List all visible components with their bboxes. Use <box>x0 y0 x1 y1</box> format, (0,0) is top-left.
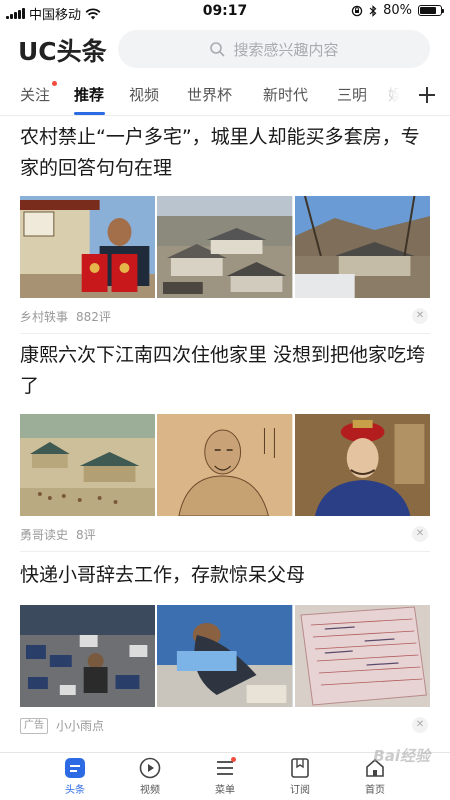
article-comments: 882评 <box>76 310 111 324</box>
add-channel-button[interactable] <box>418 80 436 110</box>
search-icon <box>209 41 225 57</box>
menu-badge <box>231 757 236 762</box>
article-comments: 8评 <box>76 528 96 542</box>
article-image[interactable] <box>20 605 156 707</box>
search-placeholder: 搜索感兴趣内容 <box>233 40 339 59</box>
article-image[interactable] <box>20 196 156 298</box>
tab-following-badge <box>52 81 57 86</box>
article-image[interactable] <box>20 414 156 516</box>
tab-new-era[interactable]: 新时代 <box>263 84 308 105</box>
bluetooth-icon <box>369 4 377 17</box>
article-title[interactable]: 快递小哥辞去工作，存款惊呆父母 <box>20 560 432 591</box>
app-logo[interactable]: UC头条 <box>18 32 107 68</box>
article-image[interactable] <box>294 605 430 707</box>
plus-icon <box>419 87 435 103</box>
article-meta: 勇哥读史 8评 <box>20 526 96 543</box>
active-tab-indicator <box>74 112 105 115</box>
status-bar: 中国移动 09:17 80% <box>0 0 450 24</box>
tab-recommended[interactable]: 推荐 <box>74 84 104 105</box>
article-images[interactable] <box>20 196 430 298</box>
article-image[interactable] <box>157 196 293 298</box>
dismiss-button[interactable]: ✕ <box>412 717 428 733</box>
search-input[interactable]: 搜索感兴趣内容 <box>118 30 430 68</box>
app-header: UC头条 搜索感兴趣内容 <box>0 28 450 72</box>
nav-label: 视频 <box>140 785 160 796</box>
close-icon: ✕ <box>415 719 425 730</box>
article-images[interactable] <box>20 414 430 516</box>
article-title[interactable]: 农村禁止“一户多宅”，城里人却能买多套房，专家的回答句句在理 <box>20 122 432 184</box>
nav-video[interactable]: 视频 <box>120 757 180 796</box>
nav-label: 菜单 <box>215 785 235 796</box>
battery-level <box>420 7 436 14</box>
play-icon <box>139 757 161 779</box>
battery-percent: 80% <box>383 3 412 18</box>
article-image[interactable] <box>294 414 430 516</box>
headline-icon <box>65 758 85 778</box>
nav-label: 头条 <box>65 785 85 796</box>
article-images[interactable] <box>20 605 430 707</box>
tab-fade <box>360 76 410 114</box>
nav-label: 首页 <box>365 785 385 796</box>
subscribe-icon <box>291 758 309 778</box>
rotation-lock-icon <box>351 5 363 16</box>
article-image[interactable] <box>294 196 430 298</box>
nav-label: 订阅 <box>290 785 310 796</box>
article-image[interactable] <box>157 605 293 707</box>
article-source: 乡村轶事 <box>20 310 69 324</box>
nav-headline[interactable]: 头条 <box>45 757 105 796</box>
watermark: Bai经验 <box>373 747 430 765</box>
close-icon: ✕ <box>415 310 425 321</box>
article-source: 小小雨点 <box>56 719 105 733</box>
article-meta: 乡村轶事 882评 <box>20 308 111 325</box>
divider <box>20 551 430 552</box>
tab-video[interactable]: 视频 <box>129 84 159 105</box>
nav-menu[interactable]: 菜单 <box>195 757 255 796</box>
article-source: 勇哥读史 <box>20 528 69 542</box>
tab-world-cup[interactable]: 世界杯 <box>187 84 232 105</box>
tab-following[interactable]: 关注 <box>20 84 50 105</box>
category-tabs: 关注 推荐 视频 世界杯 新时代 三明 娱 <box>0 76 450 116</box>
battery-icon <box>418 5 444 16</box>
article-image[interactable] <box>157 414 293 516</box>
close-icon: ✕ <box>415 528 425 539</box>
divider <box>20 333 430 334</box>
article-title[interactable]: 康熙六次下江南四次住他家里 没想到把他家吃垮了 <box>20 340 432 402</box>
nav-subscribe[interactable]: 订阅 <box>270 757 330 796</box>
dismiss-button[interactable]: ✕ <box>412 526 428 542</box>
article-meta: 广告 小小雨点 <box>20 717 104 734</box>
ad-badge: 广告 <box>20 717 48 734</box>
status-right: 80% <box>351 3 444 18</box>
dismiss-button[interactable]: ✕ <box>412 308 428 324</box>
